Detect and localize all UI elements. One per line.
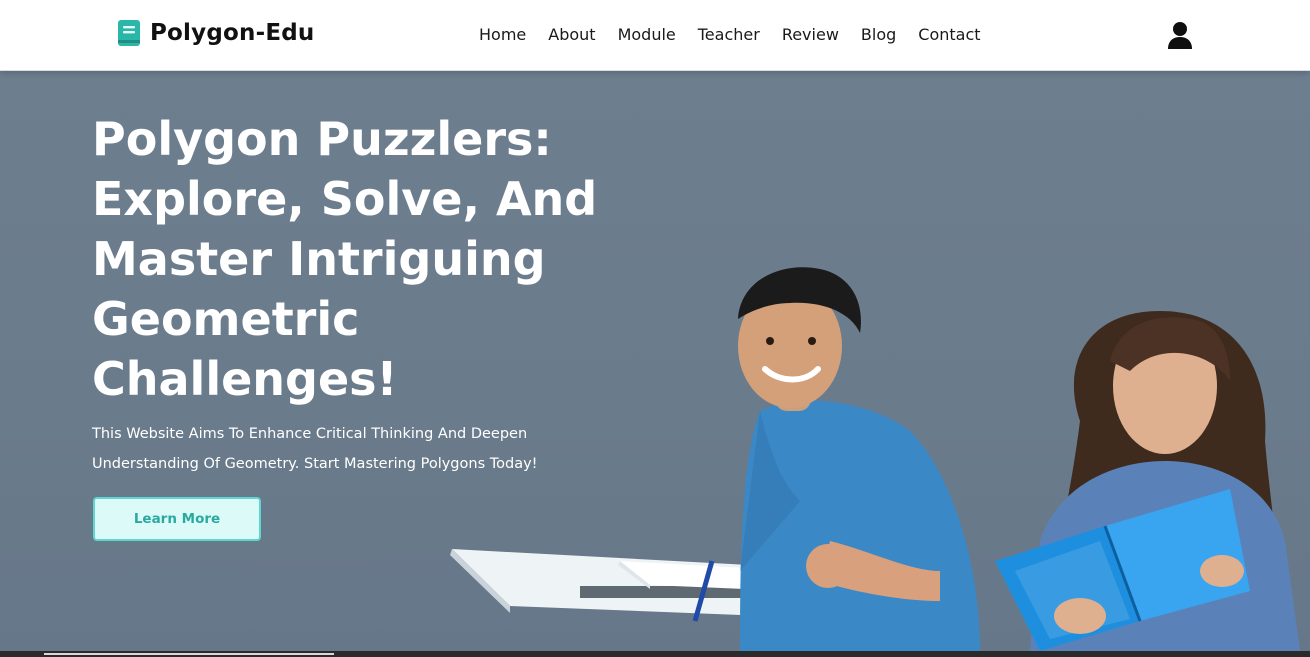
navbar: Polygon-Edu Home About Module Teacher Re… bbox=[0, 0, 1310, 71]
hero: Polygon Puzzlers: Explore, Solve, And Ma… bbox=[0, 71, 1310, 651]
book-icon bbox=[118, 20, 140, 46]
brand-name: Polygon-Edu bbox=[150, 20, 315, 46]
brand[interactable]: Polygon-Edu bbox=[118, 20, 314, 46]
nav-contact[interactable]: Contact bbox=[918, 24, 980, 46]
students-illustration bbox=[450, 267, 1300, 651]
nav-module[interactable]: Module bbox=[618, 24, 676, 46]
bottom-scrollbar bbox=[0, 651, 1310, 657]
user-icon[interactable] bbox=[1167, 21, 1193, 49]
nav-home[interactable]: Home bbox=[479, 24, 526, 46]
learn-more-button[interactable]: Learn More bbox=[93, 497, 261, 541]
scrollbar-thumb[interactable] bbox=[44, 653, 334, 655]
nav-about[interactable]: About bbox=[548, 24, 595, 46]
nav-review[interactable]: Review bbox=[782, 24, 839, 46]
nav-blog[interactable]: Blog bbox=[861, 24, 896, 46]
main-nav: Home About Module Teacher Review Blog Co… bbox=[479, 24, 1003, 46]
nav-teacher[interactable]: Teacher bbox=[698, 24, 760, 46]
